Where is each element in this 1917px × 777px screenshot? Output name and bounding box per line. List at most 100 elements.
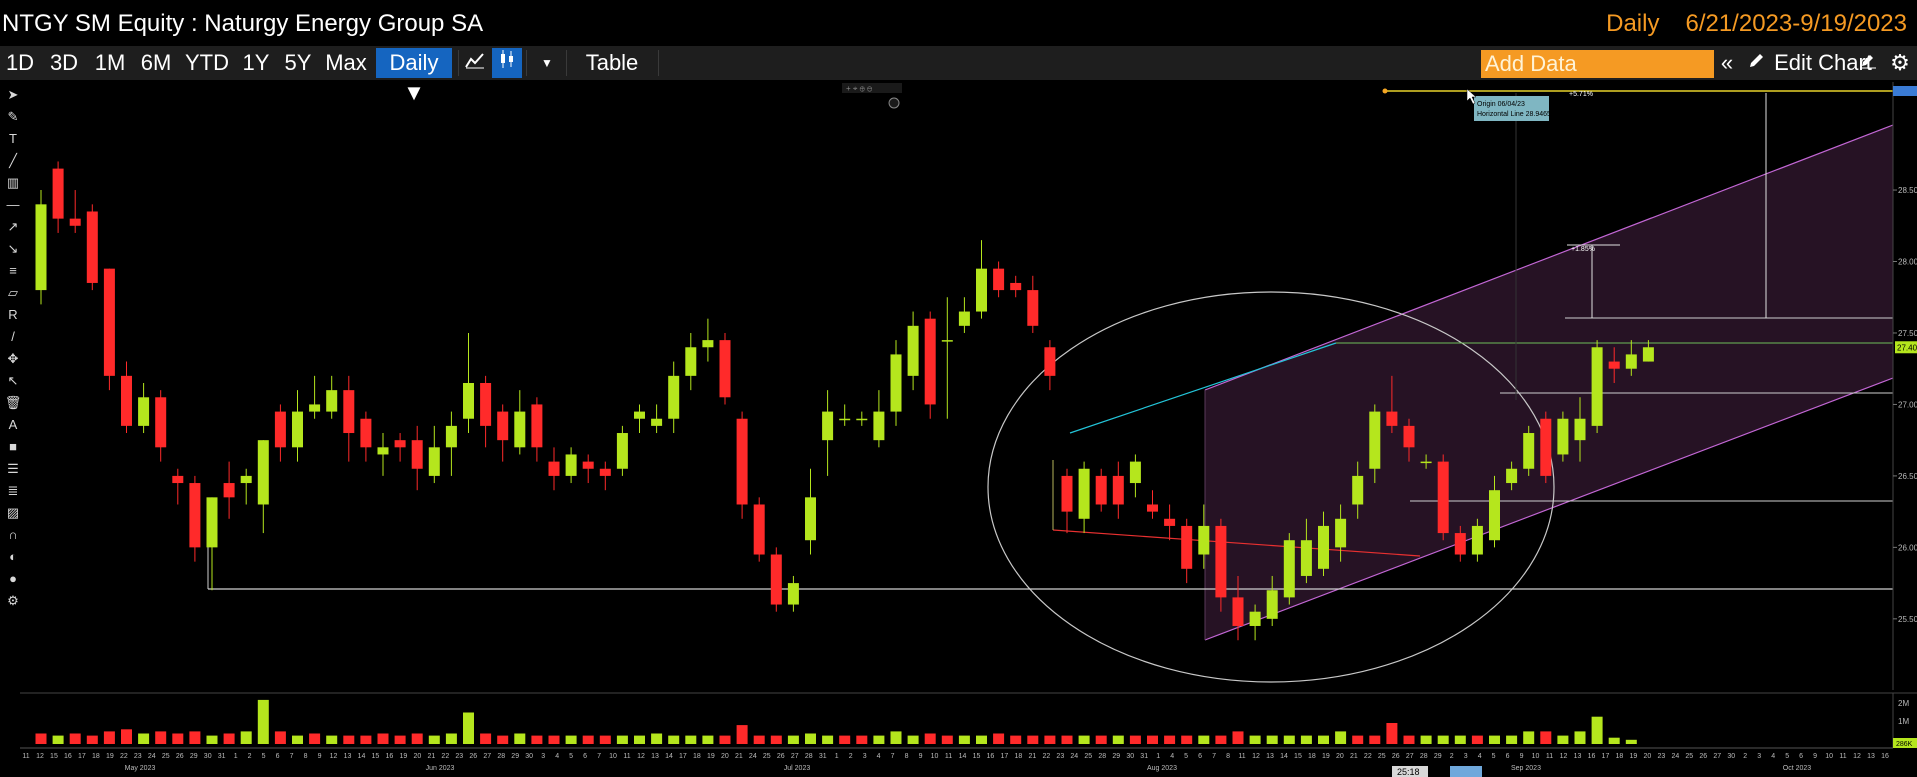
candle[interactable] (531, 397, 543, 462)
candle[interactable] (873, 390, 885, 448)
candle[interactable] (377, 433, 389, 476)
candle[interactable] (1112, 461, 1124, 519)
range-ytd-button[interactable]: YTD (182, 48, 232, 78)
candle[interactable] (309, 375, 321, 419)
candle[interactable] (753, 497, 765, 562)
candle-body (172, 475, 184, 484)
candle[interactable] (719, 332, 731, 405)
candle[interactable] (1095, 468, 1107, 512)
candle[interactable] (52, 161, 64, 233)
candle[interactable] (1540, 411, 1552, 484)
candle[interactable] (1523, 425, 1535, 476)
candle[interactable] (565, 447, 577, 484)
candle[interactable] (941, 297, 953, 419)
candle[interactable] (411, 425, 423, 491)
candle[interactable] (480, 375, 492, 448)
candle[interactable] (1078, 461, 1090, 534)
candle[interactable] (634, 404, 645, 434)
candle[interactable] (685, 332, 697, 391)
candle[interactable] (257, 440, 269, 534)
add-data-input[interactable] (1481, 50, 1714, 78)
candle[interactable] (1147, 490, 1158, 519)
gear-icon[interactable]: ⚙ (1885, 48, 1915, 78)
candle[interactable] (993, 261, 1005, 298)
candle[interactable] (360, 411, 372, 462)
candle[interactable] (326, 375, 338, 419)
candle-body (599, 468, 611, 476)
candle[interactable] (805, 468, 816, 555)
x-tick-label: 30 (1126, 753, 1134, 760)
candle[interactable] (1591, 340, 1603, 434)
candle[interactable] (1061, 468, 1073, 534)
candle[interactable] (121, 361, 132, 434)
candle[interactable] (582, 454, 594, 484)
candle[interactable] (292, 390, 303, 462)
candle[interactable] (548, 447, 560, 491)
mini-settings-icon[interactable] (888, 97, 900, 109)
table-button[interactable]: Table (572, 48, 652, 78)
range-1d-button[interactable]: 1D (2, 48, 38, 78)
candle[interactable] (1164, 504, 1176, 541)
candle[interactable] (497, 404, 509, 462)
range-1m-button[interactable]: 1M (90, 48, 130, 78)
x-tick-label: 29 (190, 753, 198, 760)
candle[interactable] (890, 340, 902, 426)
frequency-dropdown[interactable]: Daily ▼ (376, 48, 452, 105)
candle[interactable] (651, 404, 663, 434)
candle[interactable] (343, 375, 355, 462)
candle[interactable] (35, 190, 47, 305)
candle[interactable] (1044, 340, 1056, 391)
candle[interactable] (223, 461, 235, 519)
candle[interactable] (839, 404, 851, 426)
candle[interactable] (172, 468, 184, 505)
candle-body (121, 375, 132, 426)
candle[interactable] (103, 268, 115, 391)
candle-chart-icon[interactable] (492, 48, 522, 78)
line-chart-icon[interactable] (460, 48, 490, 78)
candle[interactable] (86, 204, 98, 291)
candle[interactable] (736, 411, 748, 519)
candle[interactable] (958, 297, 970, 333)
range-6m-button[interactable]: 6M (136, 48, 176, 78)
candle[interactable] (189, 475, 201, 562)
candle[interactable] (514, 390, 526, 455)
candle[interactable] (668, 361, 680, 434)
candle[interactable] (463, 332, 474, 434)
candle[interactable] (822, 390, 834, 476)
candle[interactable] (1181, 518, 1193, 584)
candle[interactable] (1027, 275, 1039, 333)
candle[interactable] (1283, 533, 1295, 605)
candle[interactable] (770, 547, 782, 612)
candle[interactable] (856, 411, 868, 426)
candle[interactable] (69, 190, 81, 233)
candle[interactable] (445, 411, 457, 476)
candle[interactable] (155, 390, 167, 462)
price-chart[interactable]: Origin 06/04/23 Horizontal Line 28.9465 … (0, 80, 1917, 777)
range-5y-button[interactable]: 5Y (280, 48, 316, 78)
candle[interactable] (787, 575, 799, 612)
candle[interactable] (394, 433, 406, 462)
candle[interactable] (1557, 411, 1569, 462)
edit-icon[interactable] (1853, 48, 1883, 78)
candle[interactable] (976, 240, 987, 319)
candle[interactable] (274, 404, 286, 462)
candle[interactable] (1129, 454, 1141, 498)
dropdown-arrow-icon[interactable]: ▼ (532, 48, 562, 78)
candle[interactable] (616, 425, 628, 476)
candle[interactable] (1010, 275, 1022, 298)
candle[interactable] (907, 311, 919, 391)
candle[interactable] (428, 425, 440, 484)
collapse-icon[interactable]: « (1712, 48, 1742, 78)
range-max-button[interactable]: Max (322, 48, 370, 78)
candle[interactable] (599, 461, 611, 491)
x-tick-label: 30 (1727, 753, 1735, 760)
candle[interactable] (240, 468, 252, 505)
candle-body (1061, 475, 1073, 512)
candle[interactable] (702, 318, 714, 362)
range-1y-button[interactable]: 1Y (238, 48, 274, 78)
candle[interactable] (138, 383, 150, 434)
range-3d-button[interactable]: 3D (44, 48, 84, 78)
volume-bar (1403, 735, 1415, 744)
candle[interactable] (924, 311, 936, 419)
candle[interactable] (1437, 454, 1449, 541)
